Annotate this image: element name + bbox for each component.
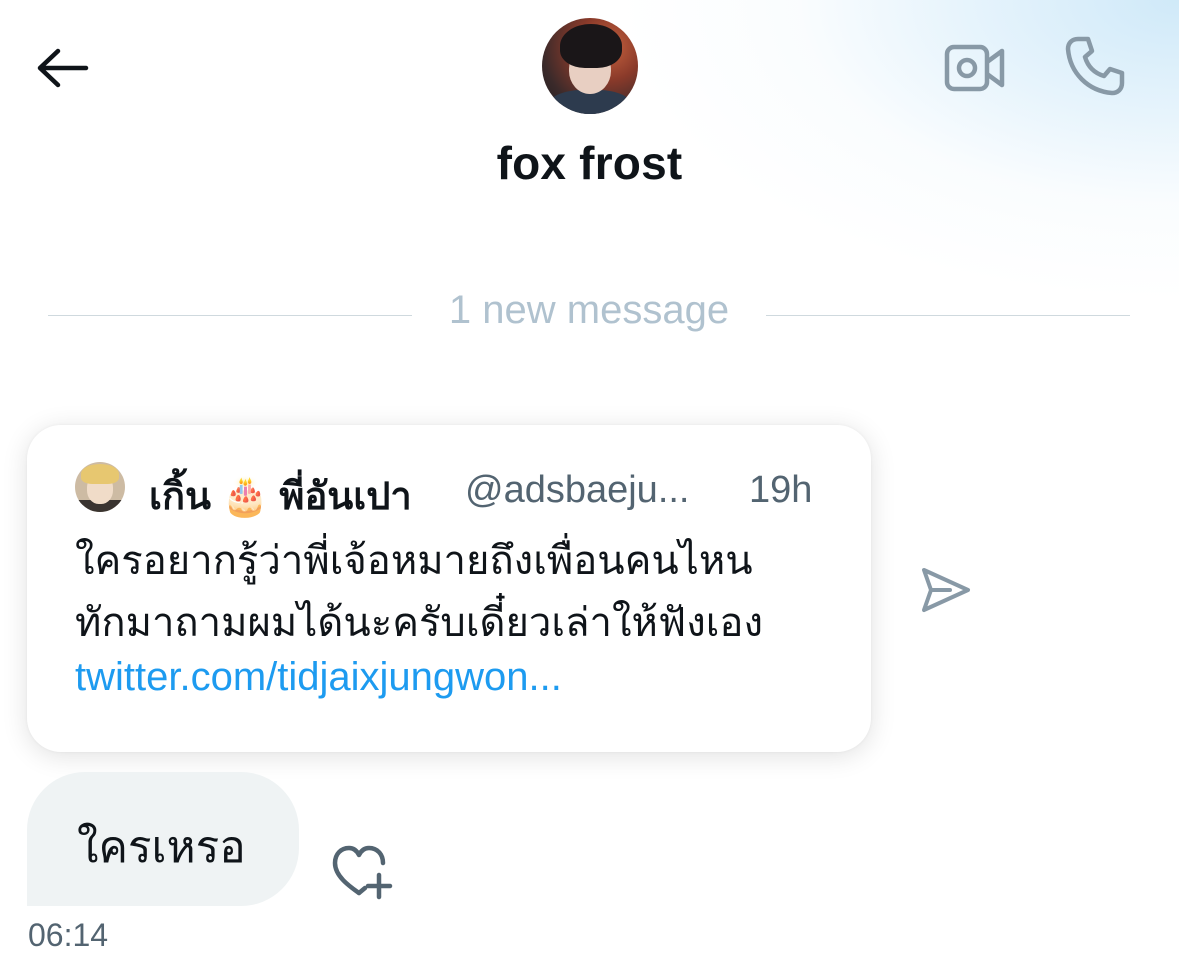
- tweet-text-line: ใครอยากรู้ว่าพี่เจ้อหมายถึงเพื่อนคนไหน: [75, 539, 753, 583]
- tweet-author-name: เกิ้น 🎂 พี่อันเปา: [149, 476, 412, 518]
- message-text: ใครเหรอ: [77, 823, 246, 872]
- contact-name[interactable]: fox frost: [0, 136, 1179, 190]
- send-icon: [922, 568, 970, 612]
- contact-avatar[interactable]: [542, 18, 638, 114]
- divider-label: 1 new message: [448, 288, 730, 332]
- message-timestamp: 06:14: [28, 917, 109, 953]
- video-call-button[interactable]: [938, 38, 1012, 98]
- new-message-divider: 1 new message: [48, 288, 1130, 338]
- divider-line-right: [766, 315, 1130, 316]
- heart-plus-icon: [332, 845, 393, 900]
- divider-line-left: [48, 315, 412, 316]
- share-tweet-button[interactable]: [916, 562, 976, 618]
- phone-icon: [1065, 36, 1125, 96]
- back-button[interactable]: [30, 40, 94, 96]
- tweet-text: ใครอยากรู้ว่าพี่เจ้อหมายถึงเพื่อนคนไหน ท…: [75, 530, 835, 654]
- video-camera-icon: [944, 44, 1005, 92]
- tweet-time: 19h: [749, 469, 813, 511]
- message-bubble[interactable]: ใครเหรอ: [27, 772, 299, 906]
- tweet-link[interactable]: twitter.com/tidjaixjungwon...: [75, 655, 562, 700]
- arrow-left-icon: [37, 48, 89, 88]
- tweet-author-avatar: [75, 462, 125, 512]
- tweet-text-line: ทักมาถามผมได้นะครับเดี๋ยวเล่าให้ฟังเอง: [75, 601, 763, 645]
- voice-call-button[interactable]: [1060, 32, 1130, 100]
- tweet-author-handle: @adsbaeju...: [465, 469, 690, 511]
- shared-tweet-card[interactable]: เกิ้น 🎂 พี่อันเปา @adsbaeju... 19h ใครอย…: [27, 425, 871, 752]
- add-reaction-button[interactable]: [322, 836, 400, 908]
- conversation-header: fox frost: [0, 0, 1179, 230]
